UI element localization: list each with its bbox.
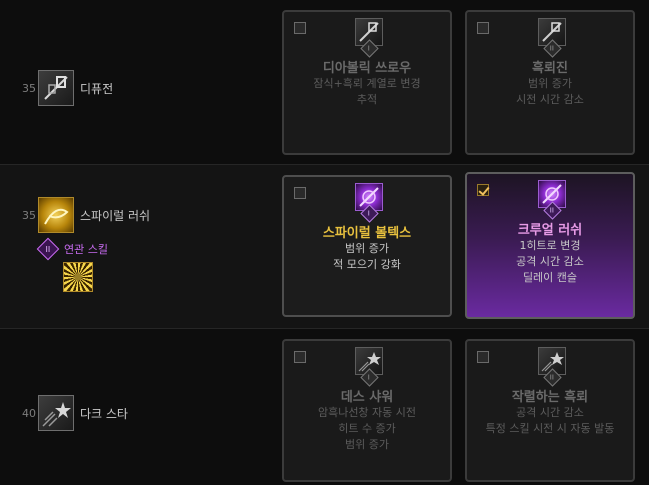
option-checkbox[interactable] [477, 351, 489, 363]
option-title: 디아볼릭 쓰로우 [322, 61, 412, 76]
related-skill-label: 연관 스킬 [64, 243, 108, 256]
skill-level: 35 [22, 208, 36, 222]
option-title: 크루얼 러쉬 [517, 223, 583, 238]
skill-level: 40 [22, 406, 36, 420]
option-card-spiral-vortex[interactable]: I 스파이럴 볼텍스 범위 증가 적 모으기 강화 [282, 175, 452, 317]
option-card-diabolic-throw[interactable]: I 디아볼릭 쓰로우 잠식+흑뢰 계열로 변경 추적 [282, 10, 452, 155]
spiral-rush-icon [38, 197, 74, 233]
option-title: 작렬하는 흑뢰 [511, 390, 589, 405]
option-description: 잠식+흑뢰 계열로 변경 추적 [313, 77, 421, 106]
option-description: 1히트로 변경 공격 시간 감소 딜레이 캔슬 [516, 239, 584, 284]
skill-spiral-rush[interactable]: 35 스파이럴 러쉬 [0, 197, 150, 233]
option-card-exploding-heukroe[interactable]: II 작렬하는 흑뢰 공격 시간 감소 특정 스킬 시전 시 자동 발동 [465, 339, 635, 482]
skill-diffusion[interactable]: 35 디퓨전 [0, 70, 113, 106]
related-skill-icon[interactable] [63, 262, 93, 292]
skill-name: 다크 스타 [80, 406, 128, 421]
tier-badge-icon: II [36, 237, 60, 261]
dark-star-icon [38, 395, 74, 431]
option-checkbox-checked[interactable] [477, 184, 489, 196]
skill-row-diffusion: 35 디퓨전 I 디아볼릭 쓰로우 잠식+흑뢰 계열로 변경 추적 II 흑뢰진… [0, 0, 649, 164]
skill-row-dark-star: 40 다크 스타 I 데스 샤워 암흑나선창 자동 시전 히트 수 증가 범위 … [0, 329, 649, 485]
option-description: 범위 증가 적 모으기 강화 [333, 242, 401, 271]
option-title: 흑뢰진 [532, 61, 568, 76]
skill-dark-star[interactable]: 40 다크 스타 [0, 395, 128, 431]
option-checkbox[interactable] [294, 187, 306, 199]
option-title: 스파이럴 볼텍스 [322, 226, 412, 241]
option-description: 범위 증가 시전 시간 감소 [516, 77, 584, 106]
option-checkbox[interactable] [477, 22, 489, 34]
skill-name: 디퓨전 [80, 81, 114, 96]
option-title: 데스 샤워 [340, 390, 394, 405]
diffusion-icon [38, 70, 74, 106]
skill-name: 스파이럴 러쉬 [80, 208, 151, 223]
option-checkbox[interactable] [294, 351, 306, 363]
option-checkbox[interactable] [294, 22, 306, 34]
option-card-death-shower[interactable]: I 데스 샤워 암흑나선창 자동 시전 히트 수 증가 범위 증가 [282, 339, 452, 482]
option-card-heukroejin[interactable]: II 흑뢰진 범위 증가 시전 시간 감소 [465, 10, 635, 155]
option-description: 암흑나선창 자동 시전 히트 수 증가 범위 증가 [317, 406, 417, 451]
option-card-cruel-rush[interactable]: II 크루얼 러쉬 1히트로 변경 공격 시간 감소 딜레이 캔슬 [465, 172, 635, 319]
skill-row-spiral-rush: 35 스파이럴 러쉬 II 연관 스킬 I 스파이럴 볼텍스 범위 증가 적 모… [0, 165, 649, 328]
skill-level: 35 [22, 81, 36, 95]
related-skill: II 연관 스킬 [36, 237, 108, 261]
option-description: 공격 시간 감소 특정 스킬 시전 시 자동 발동 [485, 406, 615, 435]
